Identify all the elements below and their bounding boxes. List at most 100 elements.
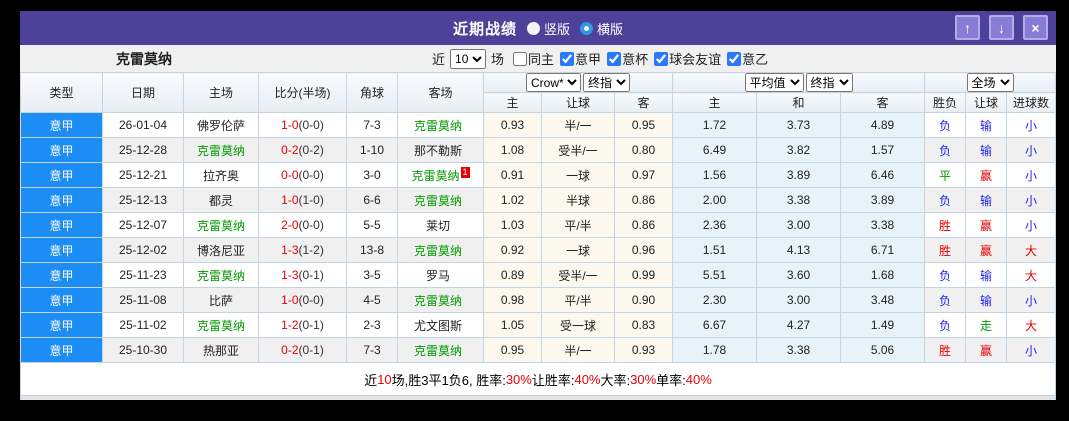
away-team-link[interactable]: 那不勒斯 <box>414 144 462 158</box>
result-wdl: 负 <box>925 188 966 213</box>
home-team-link[interactable]: 博洛尼亚 <box>184 238 259 263</box>
full-match-select[interactable]: 全场 <box>967 73 1014 92</box>
result-wdl: 平 <box>925 163 966 188</box>
match-count-select[interactable]: 10 <box>450 49 486 69</box>
fulltime-score: 1-0 <box>281 293 298 307</box>
home-team-link[interactable]: 佛罗伦萨 <box>184 113 259 138</box>
home-team-link[interactable]: 热那亚 <box>184 338 259 363</box>
away-cell: 那不勒斯 <box>398 138 484 163</box>
away-team-link[interactable]: 罗马 <box>426 269 450 283</box>
home-team-link[interactable]: 克雷莫纳 <box>184 213 259 238</box>
away-team-link[interactable]: 克雷莫纳 <box>414 294 462 308</box>
result-goals: 大 <box>1007 263 1056 288</box>
table-row: 意甲 26-01-04 佛罗伦萨 1-0(0-0) 7-3 克雷莫纳 0.93 … <box>21 113 1056 138</box>
home-team-link[interactable]: 克雷莫纳 <box>184 138 259 163</box>
avg-draw-value: 3.82 <box>757 138 841 163</box>
avg-draw-value: 3.00 <box>757 213 841 238</box>
home-team-link[interactable]: 比萨 <box>184 288 259 313</box>
score-cell: 2-0(0-0) <box>259 213 347 238</box>
result-handicap: 赢 <box>966 213 1007 238</box>
away-team-link[interactable]: 克雷莫纳 <box>414 244 462 258</box>
summary-segment: 近 <box>364 370 377 389</box>
odds-home-value: 0.92 <box>484 238 542 263</box>
move-up-button[interactable]: ↑ <box>955 15 980 40</box>
match-date: 25-11-08 <box>103 288 184 313</box>
halftime-score: (0-0) <box>299 118 324 132</box>
checkbox-icon[interactable] <box>513 52 527 66</box>
league-badge: 意甲 <box>21 188 103 213</box>
odds-home-value: 0.91 <box>484 163 542 188</box>
fulltime-score: 0-0 <box>281 168 298 182</box>
home-team-link[interactable]: 都灵 <box>184 188 259 213</box>
corner-count: 2-3 <box>347 313 398 338</box>
avg-draw-value: 3.38 <box>757 188 841 213</box>
summary-segment: 单率: <box>656 370 686 389</box>
match-date: 25-12-13 <box>103 188 184 213</box>
bookmaker-select[interactable]: Crow* <box>526 73 581 92</box>
checkbox-icon[interactable] <box>607 52 621 66</box>
move-down-button[interactable]: ↓ <box>989 15 1014 40</box>
away-team-link[interactable]: 尤文图斯 <box>414 319 462 333</box>
radio-vertical-label: 竖版 <box>544 19 570 38</box>
average-group-header: 平均值终指 <box>673 73 925 93</box>
col-header-avg-away: 客 <box>841 93 925 113</box>
col-header-odds-home: 主 <box>484 93 542 113</box>
filter-checkbox-4[interactable]: 意乙 <box>723 49 768 68</box>
away-team-link[interactable]: 克雷莫纳 <box>414 194 462 208</box>
away-team-link[interactable]: 莱切 <box>426 219 450 233</box>
checkbox-icon[interactable] <box>727 52 741 66</box>
odds-away-value: 0.80 <box>615 138 673 163</box>
radio-horizontal-layout[interactable]: 横版 <box>580 19 623 38</box>
match-date: 26-01-04 <box>103 113 184 138</box>
results-body: 意甲 26-01-04 佛罗伦萨 1-0(0-0) 7-3 克雷莫纳 0.93 … <box>21 113 1056 363</box>
league-badge: 意甲 <box>21 138 103 163</box>
col-header-avg-draw: 和 <box>757 93 841 113</box>
match-date: 25-12-02 <box>103 238 184 263</box>
filter-checkbox-3[interactable]: 球会友谊 <box>650 49 721 68</box>
close-button[interactable]: × <box>1023 15 1048 40</box>
checkbox-icon[interactable] <box>560 52 574 66</box>
checkbox-icon[interactable] <box>654 52 668 66</box>
corner-count: 3-5 <box>347 263 398 288</box>
halftime-score: (0-0) <box>299 293 324 307</box>
filter-checkbox-2[interactable]: 意杯 <box>603 49 648 68</box>
halftime-score: (0-0) <box>299 218 324 232</box>
up-arrow-icon: ↑ <box>964 21 971 35</box>
col-header-date: 日期 <box>103 73 184 113</box>
result-handicap: 赢 <box>966 338 1007 363</box>
filter-checkbox-1[interactable]: 意甲 <box>556 49 601 68</box>
home-team-link[interactable]: 克雷莫纳 <box>184 263 259 288</box>
filter-checkbox-0[interactable]: 同主 <box>509 49 554 68</box>
home-team-link[interactable]: 拉齐奥 <box>184 163 259 188</box>
radio-unselected-icon <box>527 22 540 35</box>
odds-handicap-value: 平/半 <box>542 288 615 313</box>
filter-bar: 克雷莫纳 近 10 场 同主意甲意杯球会友谊意乙 <box>20 45 1056 72</box>
away-team-link[interactable]: 克雷莫纳 <box>414 344 462 358</box>
league-badge: 意甲 <box>21 238 103 263</box>
odds-handicap-value: 半/一 <box>542 113 615 138</box>
result-handicap: 输 <box>966 138 1007 163</box>
result-wdl: 负 <box>925 113 966 138</box>
radio-horizontal-label: 横版 <box>597 19 623 38</box>
avg-home-value: 2.00 <box>673 188 757 213</box>
table-row: 意甲 25-10-30 热那亚 0-2(0-1) 7-3 克雷莫纳 0.95 半… <box>21 338 1056 363</box>
result-goals: 大 <box>1007 313 1056 338</box>
odds-group-header: Crow*终指 <box>484 73 673 93</box>
result-group-header: 全场 <box>925 73 1056 93</box>
home-team-link[interactable]: 克雷莫纳 <box>184 313 259 338</box>
title-bar: 近期战绩 竖版 横版 ↑ ↓ × <box>20 11 1056 45</box>
result-goals: 小 <box>1007 188 1056 213</box>
odds-away-value: 0.90 <box>615 288 673 313</box>
summary-footer: 近10场,胜3平1负6, 胜率:30% 让胜率:40% 大率:30% 单率:40… <box>20 363 1056 396</box>
away-team-link[interactable]: 克雷莫纳 <box>411 169 459 183</box>
odds-stage-select[interactable]: 终指 <box>583 73 630 92</box>
result-handicap: 输 <box>966 188 1007 213</box>
radio-vertical-layout[interactable]: 竖版 <box>527 19 570 38</box>
result-goals: 小 <box>1007 213 1056 238</box>
average-select[interactable]: 平均值 <box>745 73 804 92</box>
average-stage-select[interactable]: 终指 <box>806 73 853 92</box>
odds-home-value: 0.93 <box>484 113 542 138</box>
avg-draw-value: 3.73 <box>757 113 841 138</box>
away-team-link[interactable]: 克雷莫纳 <box>414 119 462 133</box>
avg-home-value: 1.51 <box>673 238 757 263</box>
